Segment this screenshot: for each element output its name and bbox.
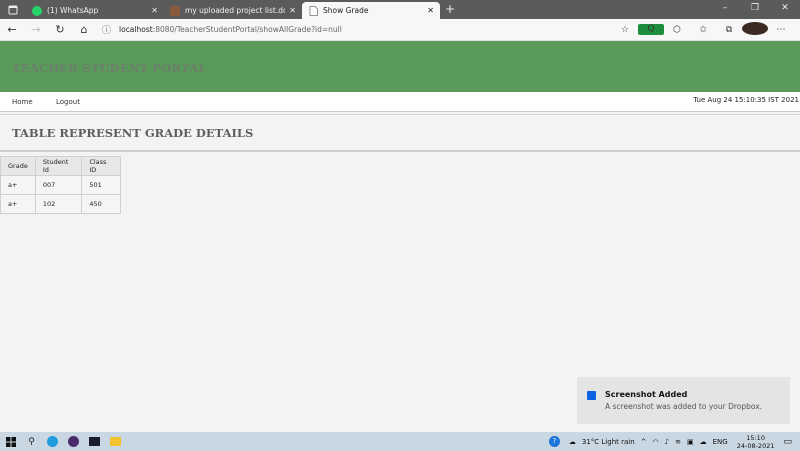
divider [0,114,800,115]
new-tab-icon[interactable]: + [440,2,460,19]
site-info-icon[interactable]: ⓘ [102,23,111,36]
tab-close-icon[interactable]: ✕ [289,6,296,15]
minimize-icon[interactable]: – [710,0,740,19]
column-header-student-id: Student Id [34,156,83,176]
column-header-class-id: Class ID [81,156,121,176]
reload-icon[interactable]: ↻ [48,23,72,36]
home-icon[interactable]: ⌂ [72,23,96,36]
address-bar[interactable]: ⓘ localhost :8080/TeacherStudentPortal/s… [102,23,612,36]
tab-whatsapp[interactable]: (1) WhatsApp ✕ [26,2,164,19]
cell-class-id: 501 [81,175,121,195]
network-icon[interactable]: ◠ [653,438,659,446]
windows-taskbar: ⚲ ? ☁ 31°C Light rain ^ ◠ ♪ ≋ ▣ ☁ ENG 15… [0,432,800,451]
tab-title: my uploaded project list.downlo [185,6,285,15]
cell-grade: a+ [0,194,36,214]
extensions-puzzle-icon[interactable]: ⬡ [664,25,690,35]
profile-avatar[interactable] [742,21,768,38]
nav-logout-link[interactable]: Logout [56,98,80,106]
tab-actions-menu-icon[interactable] [0,0,26,19]
url-path: :8080/TeacherStudentPortal/showAllGrade?… [152,25,342,34]
cloud-icon[interactable]: ☁ [700,438,707,446]
favorites-list-icon[interactable]: ✩ [690,25,716,35]
browser-tools: ☆ Q ⬡ ✩ ⧉ ⋯ [612,21,794,38]
notification-title: Screenshot Added [605,390,688,399]
current-datetime: Tue Aug 24 15:10:35 IST 2021 [693,96,799,104]
cell-class-id: 450 [81,194,121,214]
tab-close-icon[interactable]: ✕ [427,6,434,15]
column-header-grade: Grade [0,156,36,176]
table-row: a+ 007 501 [0,175,121,195]
window-controls: – ❐ ✕ [710,0,800,19]
notification-message: A screenshot was added to your Dropbox. [605,402,763,411]
app-tray-icon[interactable]: ▣ [687,438,694,446]
tab-close-icon[interactable]: ✕ [151,6,158,15]
taskbar-clock[interactable]: 15:10 24-08-2021 [737,434,775,450]
extension-icon[interactable]: Q [638,24,664,35]
edge-browser-icon[interactable] [42,432,63,451]
whatsapp-icon [32,5,42,16]
terminal-icon[interactable] [84,432,105,451]
close-window-icon[interactable]: ✕ [770,0,800,19]
clock-date: 24-08-2021 [736,441,775,450]
volume-icon[interactable]: ♪ [665,438,669,446]
tab-show-grade[interactable]: Show Grade ✕ [302,2,440,19]
section-title: TABLE REPRESENT GRADE DETAILS [12,126,254,140]
clock-time: 15:10 [746,433,765,442]
tab-title: Show Grade [323,6,369,15]
tab-title: (1) WhatsApp [47,6,99,15]
search-icon[interactable]: ⚲ [21,432,42,451]
dropbox-notification[interactable]: Screenshot Added A screenshot was added … [577,377,790,424]
table-header-row: Grade Student Id Class ID [0,156,121,176]
cell-student-id: 007 [34,175,83,195]
weather-icon: ☁ [568,437,576,446]
file-explorer-icon[interactable] [105,432,126,451]
table-row: a+ 102 450 [0,194,121,214]
nav-bar: Home Logout Tue Aug 24 15:10:35 IST 2021 [0,92,800,112]
portal-title: TEACHER STUDENT PORTAL [12,61,207,75]
back-icon[interactable]: ← [0,23,24,36]
forward-icon[interactable]: → [24,23,48,36]
browser-tab-strip: (1) WhatsApp ✕ my uploaded project list.… [0,0,800,19]
page-favicon-icon [308,5,318,16]
system-tray: ? ☁ 31°C Light rain ^ ◠ ♪ ≋ ▣ ☁ ENG 15:1… [543,432,800,451]
windows-start-icon[interactable] [0,432,21,451]
browser-toolbar: ← → ↻ ⌂ ⓘ localhost :8080/TeacherStudent… [0,19,800,41]
nav-home-link[interactable]: Home [12,98,33,106]
language-indicator[interactable]: ENG [713,438,728,446]
portal-header: TEACHER STUDENT PORTAL [0,41,800,92]
url-host: localhost [119,25,153,34]
more-menu-icon[interactable]: ⋯ [768,25,794,35]
weather-text[interactable]: 31°C Light rain [582,438,635,446]
notifications-icon[interactable]: ▭ [783,437,792,447]
chevron-up-icon[interactable]: ^ [641,438,647,446]
page-favicon-icon [170,5,180,16]
dropbox-icon [587,391,596,400]
help-icon[interactable]: ? [546,436,563,447]
favorite-star-icon[interactable]: ☆ [612,25,638,35]
cell-student-id: 102 [34,194,83,214]
cell-grade: a+ [0,175,36,195]
tab-project-list[interactable]: my uploaded project list.downlo ✕ [164,2,302,19]
restore-icon[interactable]: ❐ [740,0,770,19]
grade-table: Grade Student Id Class ID a+ 007 501 a+ … [0,156,121,214]
collections-icon[interactable]: ⧉ [716,25,742,35]
wifi-icon[interactable]: ≋ [675,438,681,446]
divider [0,150,800,152]
app-icon[interactable] [63,432,84,451]
